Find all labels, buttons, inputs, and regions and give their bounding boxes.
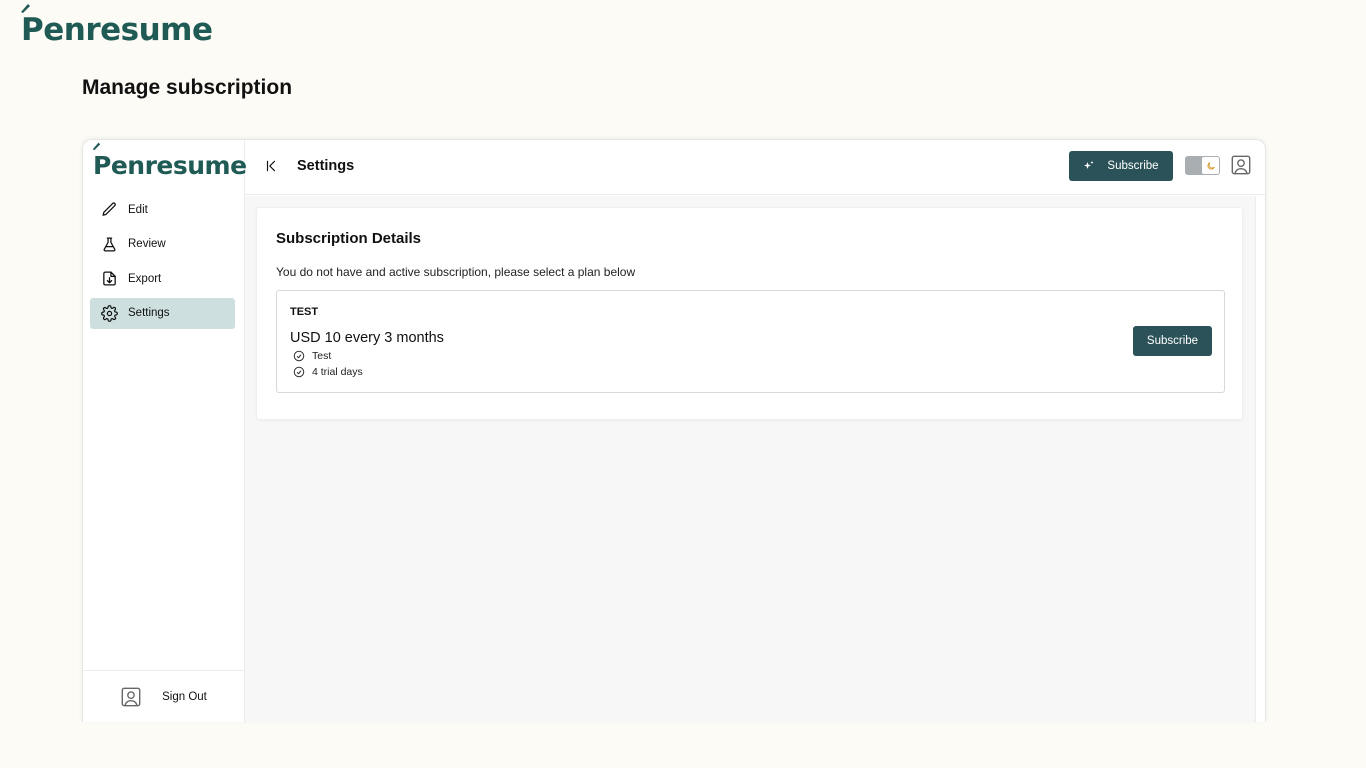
plan-card: TEST USD 10 every 3 months Test 4 trial … <box>276 290 1225 393</box>
sign-out-label: Sign Out <box>162 690 207 703</box>
user-avatar-icon <box>120 686 142 708</box>
sidebar: P enresume Edit Review Export Settings S… <box>83 140 247 722</box>
logo-pen-letter: P <box>92 142 111 180</box>
file-download-icon <box>100 270 118 288</box>
sidebar-item-edit[interactable]: Edit <box>90 194 235 225</box>
pen-nib-icon <box>92 142 101 151</box>
page-title: Manage subscription <box>82 76 293 99</box>
sidebar-item-label: Settings <box>128 307 170 319</box>
plan-subscribe-button[interactable]: Subscribe <box>1133 326 1212 356</box>
sidebar-item-label: Export <box>128 272 162 285</box>
pencil-icon <box>100 201 118 219</box>
app-window: P enresume Edit Review Export Settings S… <box>82 139 1266 722</box>
subscribe-button-label: Subscribe <box>1107 160 1159 172</box>
sparkle-icon <box>1083 160 1095 172</box>
flask-icon <box>100 235 118 253</box>
theme-toggle[interactable] <box>1185 156 1220 175</box>
logo-text: enresume <box>43 12 213 48</box>
sidebar-item-label: Review <box>128 238 166 250</box>
sidebar-item-label: Edit <box>128 203 148 216</box>
card-title: Subscription Details <box>276 230 422 247</box>
top-bar: Settings Subscribe <box>245 140 1265 195</box>
topbar-title: Settings <box>297 158 355 174</box>
logo-pen-letter: P <box>21 4 44 48</box>
card-description: You do not have and active subscription,… <box>276 265 636 279</box>
collapse-sidebar-icon[interactable] <box>263 158 279 174</box>
sidebar-item-export[interactable]: Export <box>90 263 235 294</box>
check-circle-icon <box>293 350 305 362</box>
subscription-details-card: Subscription Details You do not have and… <box>256 207 1243 420</box>
subscribe-button[interactable]: Subscribe <box>1069 151 1173 181</box>
sign-out-button[interactable]: Sign Out <box>83 670 244 722</box>
sidebar-item-settings[interactable]: Settings <box>90 297 235 329</box>
sidebar-item-review[interactable]: Review <box>90 229 235 260</box>
plan-feature: Test <box>293 350 331 362</box>
gear-icon <box>100 304 118 322</box>
logo-text: enresume <box>110 151 247 180</box>
sidebar-logo[interactable]: P enresume <box>92 142 247 180</box>
sidebar-nav: Edit Review Export Settings <box>90 194 235 332</box>
main-content: Subscription Details You do not have and… <box>245 196 1256 722</box>
plan-price: USD 10 every 3 months <box>290 330 444 346</box>
user-avatar-icon[interactable] <box>1230 154 1252 176</box>
moon-icon <box>1202 157 1219 174</box>
app-logo: P enresume <box>21 4 213 48</box>
plan-name: TEST <box>290 306 319 318</box>
pen-nib-icon <box>21 4 30 13</box>
plan-feature: 4 trial days <box>293 366 363 378</box>
check-circle-icon <box>293 366 305 378</box>
plan-feature-label: Test <box>312 350 332 362</box>
plan-feature-label: 4 trial days <box>312 366 363 378</box>
